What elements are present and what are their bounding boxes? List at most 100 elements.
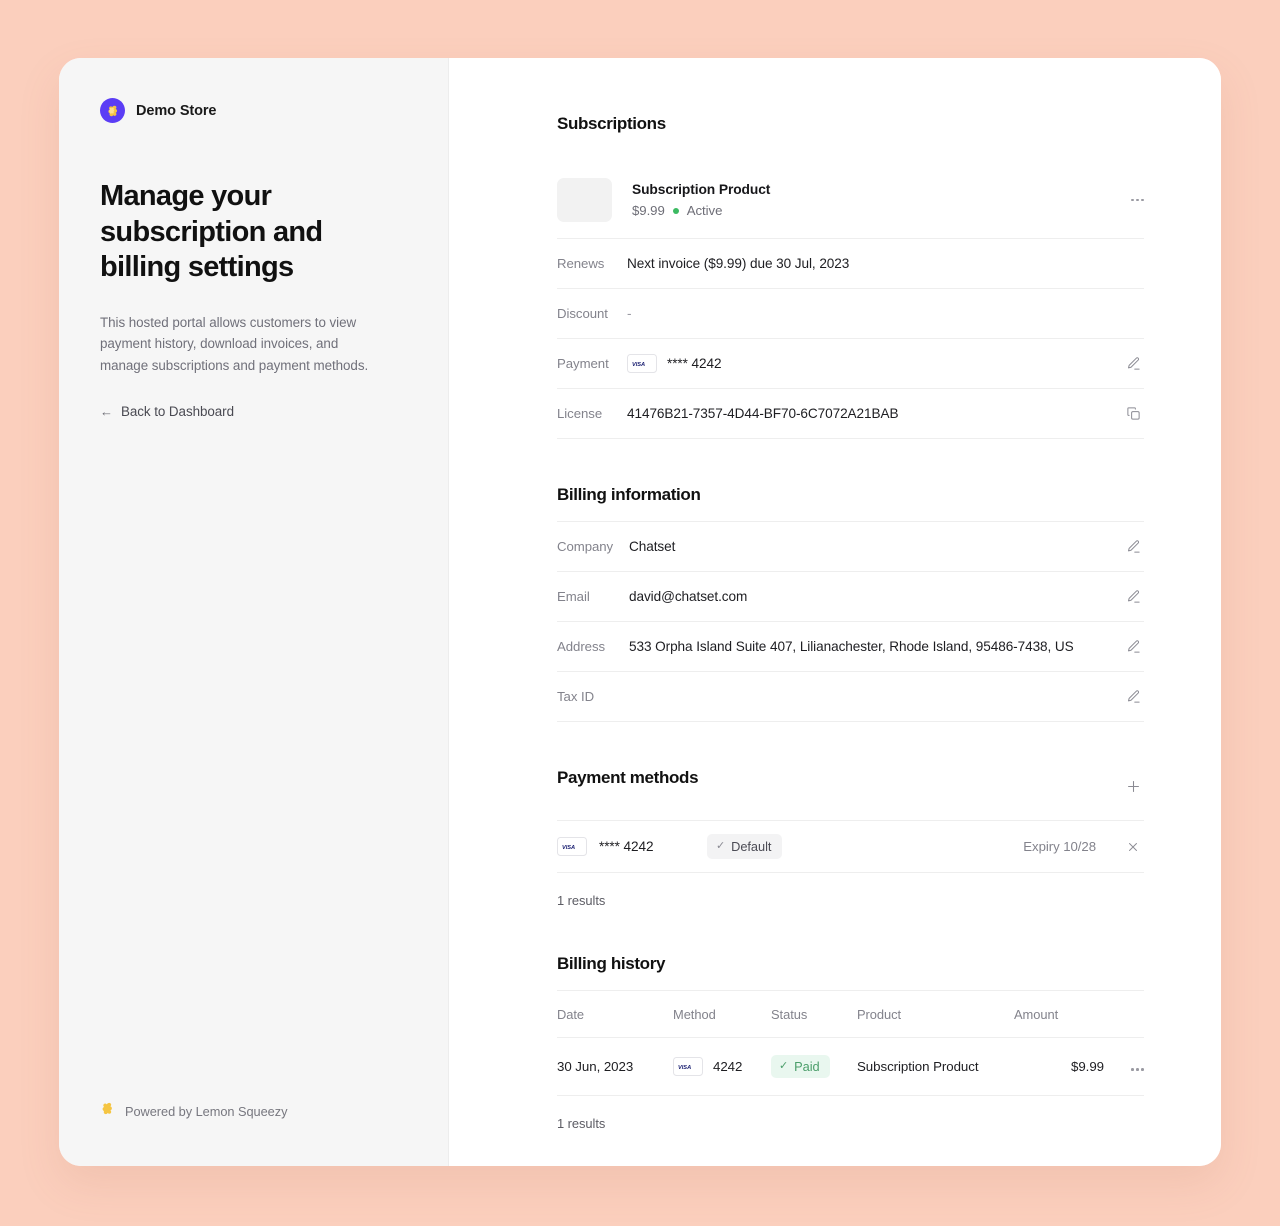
subscriptions-title: Subscriptions — [557, 114, 666, 133]
invoice-more-menu-icon[interactable] — [1131, 1068, 1144, 1071]
table-header-row: Date Method Status Product Amount — [557, 991, 1144, 1038]
main-content: Subscriptions Subscription Product $9.99… — [449, 58, 1221, 1166]
payment-methods-title: Payment methods — [557, 768, 699, 787]
svg-text:VISA: VISA — [562, 845, 575, 851]
visa-card-icon: VISA — [557, 837, 587, 856]
cell-amount: $9.99 — [1014, 1037, 1104, 1096]
pencil-icon — [1122, 353, 1144, 375]
subscription-status: Active — [686, 203, 723, 218]
pencil-icon — [1122, 586, 1144, 608]
subscription-item: Subscription Product $9.99 Active — [557, 162, 1144, 239]
check-icon: ✓ — [779, 1060, 789, 1072]
license-value: 41476B21-7357-4D44-BF70-6C7072A21BAB — [627, 406, 899, 421]
column-header-status: Status — [771, 991, 857, 1038]
visa-card-icon: VISA — [673, 1057, 703, 1076]
subscription-row-renews: Renews Next invoice ($9.99) due 30 Jul, … — [557, 239, 1144, 289]
license-label: License — [557, 406, 603, 421]
subscription-price: $9.99 — [632, 203, 665, 218]
product-thumbnail — [557, 178, 612, 222]
lemon-squeezy-logo-icon — [100, 1100, 115, 1122]
tax-id-edit-button[interactable] — [1118, 686, 1144, 708]
subscription-more-menu-icon[interactable] — [1131, 198, 1144, 202]
email-value: david@chatset.com — [629, 589, 748, 604]
powered-by-label: Powered by Lemon Squeezy — [125, 1103, 288, 1119]
billing-history-section: Billing history Date Method Status Produ… — [557, 954, 1144, 1131]
cell-date: 30 Jun, 2023 — [557, 1037, 673, 1096]
billing-row-email: Email david@chatset.com — [557, 572, 1144, 622]
status-dot-icon — [672, 207, 679, 214]
address-label: Address — [557, 639, 606, 654]
payment-card-number: **** 4242 — [667, 356, 722, 371]
email-edit-button[interactable] — [1118, 586, 1144, 608]
table-row: 30 Jun, 2023 VISA 4242 ✓ Paid Subscripti… — [557, 1037, 1144, 1096]
cell-method-number: 4242 — [713, 1059, 743, 1074]
lemon-icon — [100, 98, 125, 123]
arrow-left-icon: ← — [100, 404, 113, 419]
address-value: 533 Orpha Island Suite 407, Lilianachest… — [629, 639, 1074, 654]
page-title: Manage your subscription and billing set… — [100, 180, 323, 283]
payment-method-number: **** 4242 — [599, 839, 654, 854]
sidebar: Demo Store Manage your subscription and … — [59, 58, 449, 1166]
svg-text:VISA: VISA — [632, 362, 645, 368]
renews-label: Renews — [557, 256, 605, 271]
powered-by: Powered by Lemon Squeezy — [100, 1100, 287, 1122]
payment-method-card: VISA **** 4242 — [557, 837, 707, 856]
subscription-row-discount: Discount - — [557, 289, 1144, 339]
cell-product: Subscription Product — [857, 1037, 1014, 1096]
billing-history-results: 1 results — [557, 1116, 606, 1131]
billing-information-title: Billing information — [557, 485, 701, 504]
pencil-icon — [1122, 636, 1144, 658]
brand: Demo Store — [100, 98, 407, 123]
plus-icon[interactable] — [1122, 775, 1144, 797]
cell-method: VISA 4242 — [673, 1037, 771, 1096]
copy-icon — [1122, 403, 1144, 425]
column-header-menu — [1104, 991, 1144, 1038]
billing-row-company: Company Chatset — [557, 522, 1144, 572]
discount-value: - — [627, 306, 632, 321]
column-header-method: Method — [673, 991, 771, 1038]
page-description: This hosted portal allows customers to v… — [100, 314, 369, 373]
payment-edit-button[interactable] — [1118, 353, 1144, 375]
email-label: Email — [557, 589, 590, 604]
pencil-icon — [1122, 536, 1144, 558]
address-edit-button[interactable] — [1118, 636, 1144, 658]
column-header-product: Product — [857, 991, 1014, 1038]
billing-history-title: Billing history — [557, 954, 666, 973]
portal-card: Demo Store Manage your subscription and … — [59, 58, 1221, 1166]
company-label: Company — [557, 539, 614, 554]
subscription-row-payment: Payment VISA **** 4242 — [557, 339, 1144, 389]
billing-row-address: Address 533 Orpha Island Suite 407, Lili… — [557, 622, 1144, 672]
remove-payment-method-button[interactable] — [1122, 836, 1144, 858]
cell-status: ✓ Paid — [771, 1037, 857, 1096]
billing-history-table: Date Method Status Product Amount 30 Jun… — [557, 991, 1144, 1096]
column-header-amount: Amount — [1014, 991, 1104, 1038]
pencil-icon — [1122, 686, 1144, 708]
company-edit-button[interactable] — [1118, 536, 1144, 558]
renews-value: Next invoice ($9.99) due 30 Jul, 2023 — [627, 256, 850, 271]
page-root: Demo Store Manage your subscription and … — [0, 0, 1280, 1226]
billing-information-section: Billing information Company Chatset Emai… — [557, 485, 1144, 722]
visa-card-icon: VISA — [627, 354, 657, 373]
billing-row-tax-id: Tax ID — [557, 672, 1144, 722]
company-value: Chatset — [629, 539, 676, 554]
payment-label: Payment — [557, 356, 609, 371]
payment-method-item: VISA **** 4242 ✓ Default Expiry 10/28 — [557, 821, 1144, 873]
store-name: Demo Store — [136, 102, 217, 119]
payment-value-group: VISA **** 4242 — [627, 354, 1118, 373]
default-badge-label: Default — [731, 839, 772, 854]
status-badge-label: Paid — [794, 1059, 820, 1074]
payment-methods-results: 1 results — [557, 893, 606, 908]
cell-menu — [1104, 1037, 1144, 1096]
back-to-dashboard-link[interactable]: ← Back to Dashboard — [100, 404, 234, 419]
subscription-product-name: Subscription Product — [632, 182, 771, 197]
column-header-date: Date — [557, 991, 673, 1038]
tax-id-label: Tax ID — [557, 689, 595, 704]
default-badge: ✓ Default — [707, 834, 783, 859]
svg-text:VISA: VISA — [678, 1065, 691, 1071]
check-icon: ✓ — [716, 840, 726, 852]
payment-methods-section: Payment methods VISA **** 4242 ✓ Default… — [557, 768, 1144, 908]
license-copy-button[interactable] — [1118, 403, 1144, 425]
status-badge: ✓ Paid — [771, 1055, 830, 1078]
payment-method-expiry: Expiry 10/28 — [1023, 839, 1096, 854]
subscriptions-section: Subscriptions Subscription Product $9.99… — [557, 114, 1144, 439]
